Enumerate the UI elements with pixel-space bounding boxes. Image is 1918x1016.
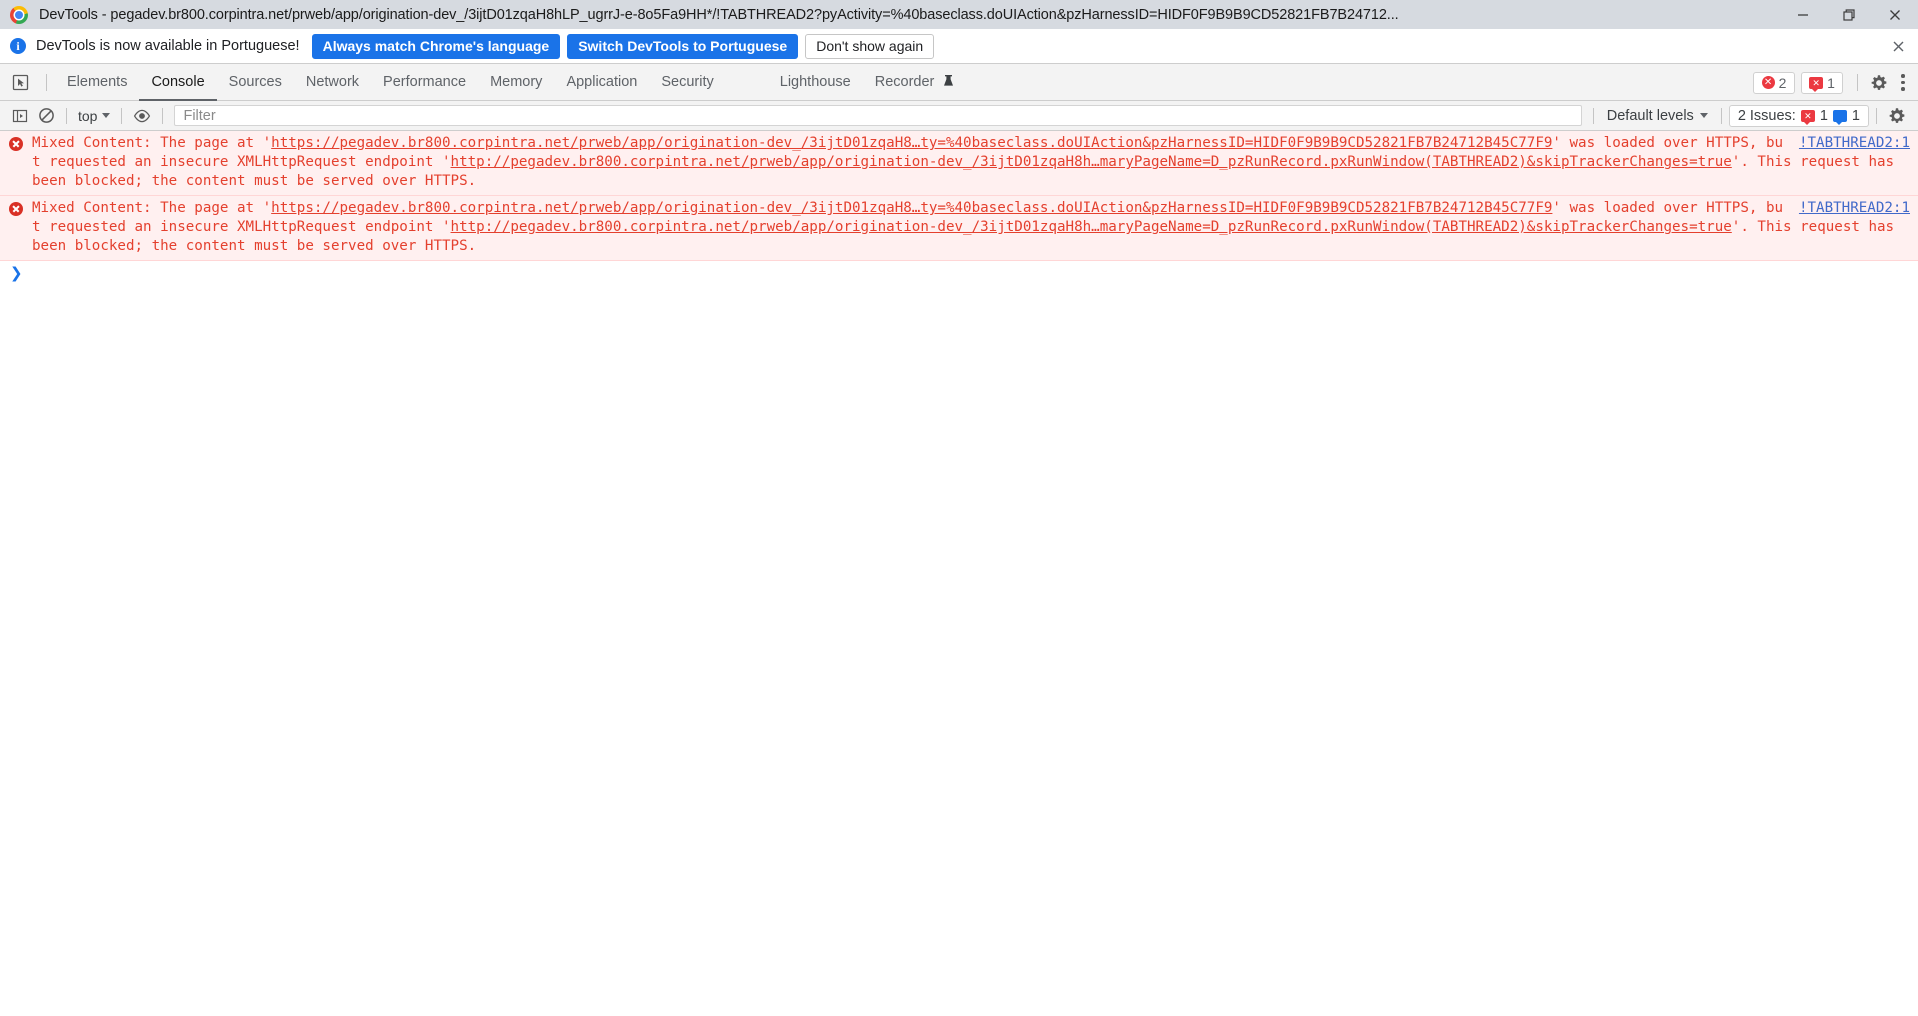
tabbar-status-area: ✕ 2 ✕ 1: [1753, 64, 1914, 101]
info-icon: i: [10, 38, 26, 54]
tab-recorder[interactable]: Recorder: [863, 64, 967, 101]
error-circle-icon: ✕: [1761, 76, 1775, 89]
console-message-text: !TABTHREAD2:1 Mixed Content: The page at…: [32, 199, 1918, 256]
tab-application[interactable]: Application: [554, 64, 649, 101]
close-button[interactable]: [1872, 0, 1918, 29]
tab-recorder-label: Recorder: [874, 73, 935, 90]
error-count-value: 2: [1778, 74, 1787, 91]
window-title: DevTools - pegadev.br800.corpintra.net/p…: [39, 6, 1399, 23]
window-titlebar: DevTools - pegadev.br800.corpintra.net/p…: [0, 0, 1918, 29]
clear-console-icon[interactable]: [33, 104, 59, 128]
tab-sources[interactable]: Sources: [217, 64, 294, 101]
toolbar-divider-1: [66, 107, 67, 124]
toolbar-divider-3: [162, 107, 164, 124]
toolbar-divider-4: [1592, 107, 1594, 124]
execution-context-value: top: [78, 107, 98, 124]
switch-devtools-language-button[interactable]: Switch DevTools to Portuguese: [567, 33, 799, 59]
minimize-button[interactable]: [1780, 0, 1826, 29]
tab-elements[interactable]: Elements: [55, 64, 139, 101]
issue-info-icon: [1832, 109, 1847, 125]
maximize-restore-button[interactable]: [1826, 0, 1872, 29]
message-source-link[interactable]: !TABTHREAD2:1: [1799, 134, 1910, 153]
message-url-endpoint[interactable]: http://pegadev.br800.corpintra.net/prweb…: [451, 154, 1732, 170]
issues-count-value: 1: [1827, 74, 1835, 91]
message-source-link[interactable]: !TABTHREAD2:1: [1799, 199, 1910, 218]
tabbar-divider: [46, 73, 47, 91]
tab-lighthouse[interactable]: Lighthouse: [768, 64, 863, 101]
notification-message: DevTools is now available in Portuguese!: [36, 38, 300, 54]
devtools-tabbar: Elements Console Sources Network Perform…: [0, 64, 1918, 101]
message-url-endpoint[interactable]: http://pegadev.br800.corpintra.net/prweb…: [451, 219, 1732, 235]
console-message-list[interactable]: !TABTHREAD2:1 Mixed Content: The page at…: [0, 131, 1918, 1016]
issues-label: 2 Issues:: [1737, 107, 1796, 124]
filter-input[interactable]: [174, 105, 1582, 126]
console-settings-gear-icon[interactable]: [1884, 103, 1910, 129]
tab-network[interactable]: Network: [294, 64, 371, 101]
log-level-selector[interactable]: Default levels: [1601, 108, 1714, 124]
chevron-down-icon: [102, 113, 111, 118]
console-message-row[interactable]: !TABTHREAD2:1 Mixed Content: The page at…: [0, 131, 1918, 196]
message-url-primary[interactable]: https://pegadev.br800.corpintra.net/prwe…: [271, 200, 1501, 216]
console-toolbar: top Default levels 2 Issues: ✕ 1 1: [0, 101, 1918, 131]
console-message-row[interactable]: !TABTHREAD2:1 Mixed Content: The page at…: [0, 196, 1918, 261]
more-options-icon[interactable]: [1892, 70, 1914, 96]
toolbar-divider-6: [1876, 107, 1877, 124]
message-url-primary-tail[interactable]: 5C77F9: [1501, 135, 1552, 151]
console-sidebar-icon[interactable]: [7, 104, 33, 128]
dont-show-again-button[interactable]: Don't show again: [805, 33, 935, 59]
tab-security[interactable]: Security: [649, 64, 725, 101]
error-icon: [9, 202, 23, 216]
toolbar-divider-5: [1720, 107, 1722, 124]
toolbar-divider-2: [121, 107, 123, 124]
console-message-text: !TABTHREAD2:1 Mixed Content: The page at…: [32, 134, 1918, 191]
issues-error-count: 1: [1819, 107, 1828, 124]
always-match-chrome-language-button[interactable]: Always match Chrome's language: [311, 33, 561, 59]
window-controls: [1780, 0, 1918, 29]
prompt-chevron-icon: ❯: [10, 264, 23, 282]
message-url-primary[interactable]: https://pegadev.br800.corpintra.net/prwe…: [271, 135, 1501, 151]
tab-memory[interactable]: Memory: [478, 64, 554, 101]
issue-error-icon: ✕: [1800, 109, 1815, 125]
gear-icon[interactable]: [1866, 70, 1892, 96]
issue-message-icon: ✕: [1809, 76, 1824, 92]
tab-performance[interactable]: Performance: [371, 64, 478, 101]
error-icon: [9, 137, 23, 151]
message-prefix: Mixed Content: The page at ': [32, 135, 272, 151]
execution-context-selector[interactable]: top: [74, 108, 114, 124]
issues-info-count: 1: [1851, 107, 1860, 124]
chevron-down-icon: [1699, 113, 1708, 118]
flask-icon: [943, 65, 954, 102]
error-count-badge[interactable]: ✕ 2: [1753, 71, 1795, 94]
inspect-element-icon[interactable]: [6, 69, 34, 95]
eye-icon[interactable]: [129, 104, 155, 128]
message-prefix: Mixed Content: The page at ': [32, 200, 272, 216]
language-notification-bar: i DevTools is now available in Portugues…: [0, 29, 1918, 64]
tabbar-right-divider: [1857, 74, 1858, 91]
issues-summary-button[interactable]: 2 Issues: ✕ 1 1: [1728, 104, 1869, 127]
tab-console[interactable]: Console: [139, 64, 216, 101]
log-level-value: Default levels: [1606, 107, 1694, 124]
message-url-primary-tail[interactable]: 5C77F9: [1501, 200, 1552, 216]
console-prompt[interactable]: ❯: [0, 261, 1918, 285]
chrome-logo-icon: [10, 5, 28, 24]
issues-count-badge[interactable]: ✕ 1: [1801, 71, 1843, 94]
close-icon[interactable]: [1888, 36, 1908, 56]
